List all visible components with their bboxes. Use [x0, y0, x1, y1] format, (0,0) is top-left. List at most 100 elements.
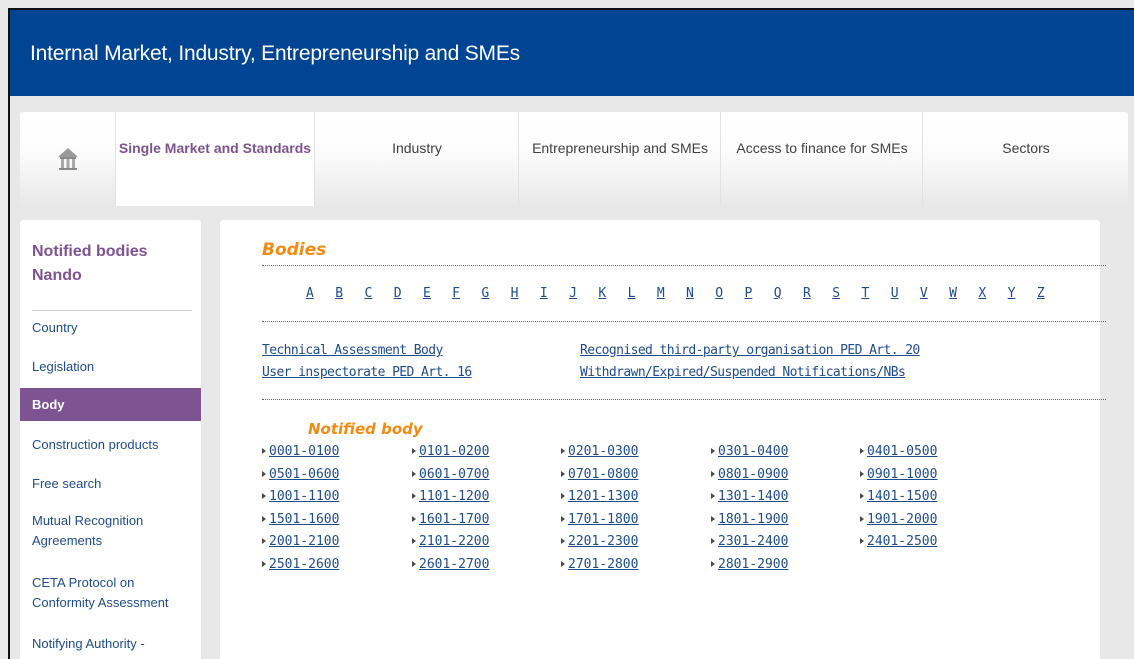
- range-link[interactable]: 1601-1700: [412, 512, 489, 527]
- nav-home-button[interactable]: [20, 112, 116, 206]
- sidebar-item-legislation[interactable]: Legislation: [20, 357, 201, 377]
- nav-tab-single-market[interactable]: Single Market and Standards: [116, 112, 315, 206]
- range-link-label[interactable]: 0101-0200: [419, 444, 489, 459]
- range-link-label[interactable]: 1401-1500: [867, 489, 937, 504]
- range-link-label[interactable]: 2601-2700: [419, 557, 489, 572]
- range-link[interactable]: 1201-1300: [561, 489, 638, 504]
- range-link-label[interactable]: 2101-2200: [419, 534, 489, 549]
- letter-link-j[interactable]: J: [569, 286, 598, 301]
- range-link-label[interactable]: 2701-2800: [568, 557, 638, 572]
- letter-link-o[interactable]: O: [715, 286, 744, 301]
- sidebar-item-body[interactable]: Body: [20, 388, 201, 421]
- letter-link-e[interactable]: E: [423, 286, 452, 301]
- range-link-label[interactable]: 2801-2900: [718, 557, 788, 572]
- range-link[interactable]: 0101-0200: [412, 444, 489, 459]
- range-link-label[interactable]: 0301-0400: [718, 444, 788, 459]
- range-link-label[interactable]: 1601-1700: [419, 512, 489, 527]
- letter-link-g[interactable]: G: [481, 286, 510, 301]
- letter-link-a[interactable]: A: [306, 286, 335, 301]
- nav-tab-access-finance[interactable]: Access to finance for SMEs: [722, 112, 923, 206]
- letter-link-x[interactable]: X: [978, 286, 1007, 301]
- letter-link-v[interactable]: V: [920, 286, 949, 301]
- link-recognised-third-party[interactable]: Recognised third-party organisation PED …: [580, 343, 920, 358]
- link-technical-assessment-body[interactable]: Technical Assessment Body: [262, 343, 443, 358]
- sidebar-item-ceta[interactable]: CETA Protocol on Conformity Assessment: [20, 573, 198, 613]
- range-link[interactable]: 0501-0600: [262, 467, 339, 482]
- range-link-label[interactable]: 1901-2000: [867, 512, 937, 527]
- range-link-label[interactable]: 2301-2400: [718, 534, 788, 549]
- letter-link-b[interactable]: B: [335, 286, 364, 301]
- range-link[interactable]: 2301-2400: [711, 534, 788, 549]
- letter-link-p[interactable]: P: [745, 286, 774, 301]
- range-link-label[interactable]: 2501-2600: [269, 557, 339, 572]
- range-link[interactable]: 0701-0800: [561, 467, 638, 482]
- letter-link-c[interactable]: C: [364, 286, 393, 301]
- sidebar-item-country[interactable]: Country: [20, 318, 201, 338]
- nav-tab-entrepreneurship[interactable]: Entrepreneurship and SMEs: [520, 112, 721, 206]
- range-link[interactable]: 0301-0400: [711, 444, 788, 459]
- letter-link-q[interactable]: Q: [774, 286, 803, 301]
- range-link-label[interactable]: 0201-0300: [568, 444, 638, 459]
- letter-link-z[interactable]: Z: [1037, 286, 1066, 301]
- sidebar-item-free-search[interactable]: Free search: [20, 474, 201, 494]
- letter-link-f[interactable]: F: [452, 286, 481, 301]
- range-link-label[interactable]: 1201-1300: [568, 489, 638, 504]
- link-user-inspectorate[interactable]: User inspectorate PED Art. 16: [262, 365, 472, 380]
- nav-tab-sectors[interactable]: Sectors: [924, 112, 1128, 206]
- letter-link-w[interactable]: W: [949, 286, 978, 301]
- range-link[interactable]: 1001-1100: [262, 489, 339, 504]
- range-link-label[interactable]: 1701-1800: [568, 512, 638, 527]
- range-link[interactable]: 1401-1500: [860, 489, 937, 504]
- range-link-label[interactable]: 1101-1200: [419, 489, 489, 504]
- range-link[interactable]: 2201-2300: [561, 534, 638, 549]
- letter-link-n[interactable]: N: [686, 286, 715, 301]
- letter-link-l[interactable]: L: [628, 286, 657, 301]
- range-link-label[interactable]: 0501-0600: [269, 467, 339, 482]
- range-link[interactable]: 1301-1400: [711, 489, 788, 504]
- range-link-label[interactable]: 0001-0100: [269, 444, 339, 459]
- letter-link-y[interactable]: Y: [1008, 286, 1037, 301]
- range-link[interactable]: 1901-2000: [860, 512, 937, 527]
- letter-link-h[interactable]: H: [511, 286, 540, 301]
- range-link[interactable]: 0401-0500: [860, 444, 937, 459]
- range-link-label[interactable]: 1301-1400: [718, 489, 788, 504]
- sidebar-item-notifying-authority[interactable]: Notifying Authority -: [20, 634, 201, 654]
- range-link-label[interactable]: 0601-0700: [419, 467, 489, 482]
- range-link-label[interactable]: 2201-2300: [568, 534, 638, 549]
- sidebar-item-construction-products[interactable]: Construction products: [20, 435, 201, 455]
- range-link[interactable]: 2601-2700: [412, 557, 489, 572]
- range-link[interactable]: 1101-1200: [412, 489, 489, 504]
- sidebar-item-mra[interactable]: Mutual Recognition Agreements: [20, 511, 180, 551]
- range-link-label[interactable]: 0401-0500: [867, 444, 937, 459]
- range-link-label[interactable]: 2401-2500: [867, 534, 937, 549]
- letter-link-t[interactable]: T: [861, 286, 890, 301]
- range-link[interactable]: 1801-1900: [711, 512, 788, 527]
- range-link-label[interactable]: 0701-0800: [568, 467, 638, 482]
- range-link-label[interactable]: 1001-1100: [269, 489, 339, 504]
- range-link[interactable]: 1501-1600: [262, 512, 339, 527]
- range-link[interactable]: 2701-2800: [561, 557, 638, 572]
- range-link[interactable]: 2101-2200: [412, 534, 489, 549]
- range-link[interactable]: 2501-2600: [262, 557, 339, 572]
- range-link[interactable]: 0901-1000: [860, 467, 937, 482]
- range-link[interactable]: 0201-0300: [561, 444, 638, 459]
- nav-tab-industry[interactable]: Industry: [316, 112, 519, 206]
- range-link[interactable]: 0601-0700: [412, 467, 489, 482]
- range-link[interactable]: 2401-2500: [860, 534, 937, 549]
- range-link-label[interactable]: 0801-0900: [718, 467, 788, 482]
- range-link[interactable]: 2001-2100: [262, 534, 339, 549]
- letter-link-k[interactable]: K: [598, 286, 627, 301]
- range-link-label[interactable]: 1501-1600: [269, 512, 339, 527]
- range-link-label[interactable]: 1801-1900: [718, 512, 788, 527]
- letter-link-m[interactable]: M: [657, 286, 686, 301]
- range-link[interactable]: 0001-0100: [262, 444, 339, 459]
- range-link[interactable]: 0801-0900: [711, 467, 788, 482]
- range-link[interactable]: 1701-1800: [561, 512, 638, 527]
- letter-link-d[interactable]: D: [394, 286, 423, 301]
- letter-link-r[interactable]: R: [803, 286, 832, 301]
- range-link-label[interactable]: 0901-1000: [867, 467, 937, 482]
- letter-link-s[interactable]: S: [832, 286, 861, 301]
- link-withdrawn-notifications[interactable]: Withdrawn/Expired/Suspended Notification…: [580, 365, 906, 380]
- range-link[interactable]: 2801-2900: [711, 557, 788, 572]
- letter-link-i[interactable]: I: [540, 286, 569, 301]
